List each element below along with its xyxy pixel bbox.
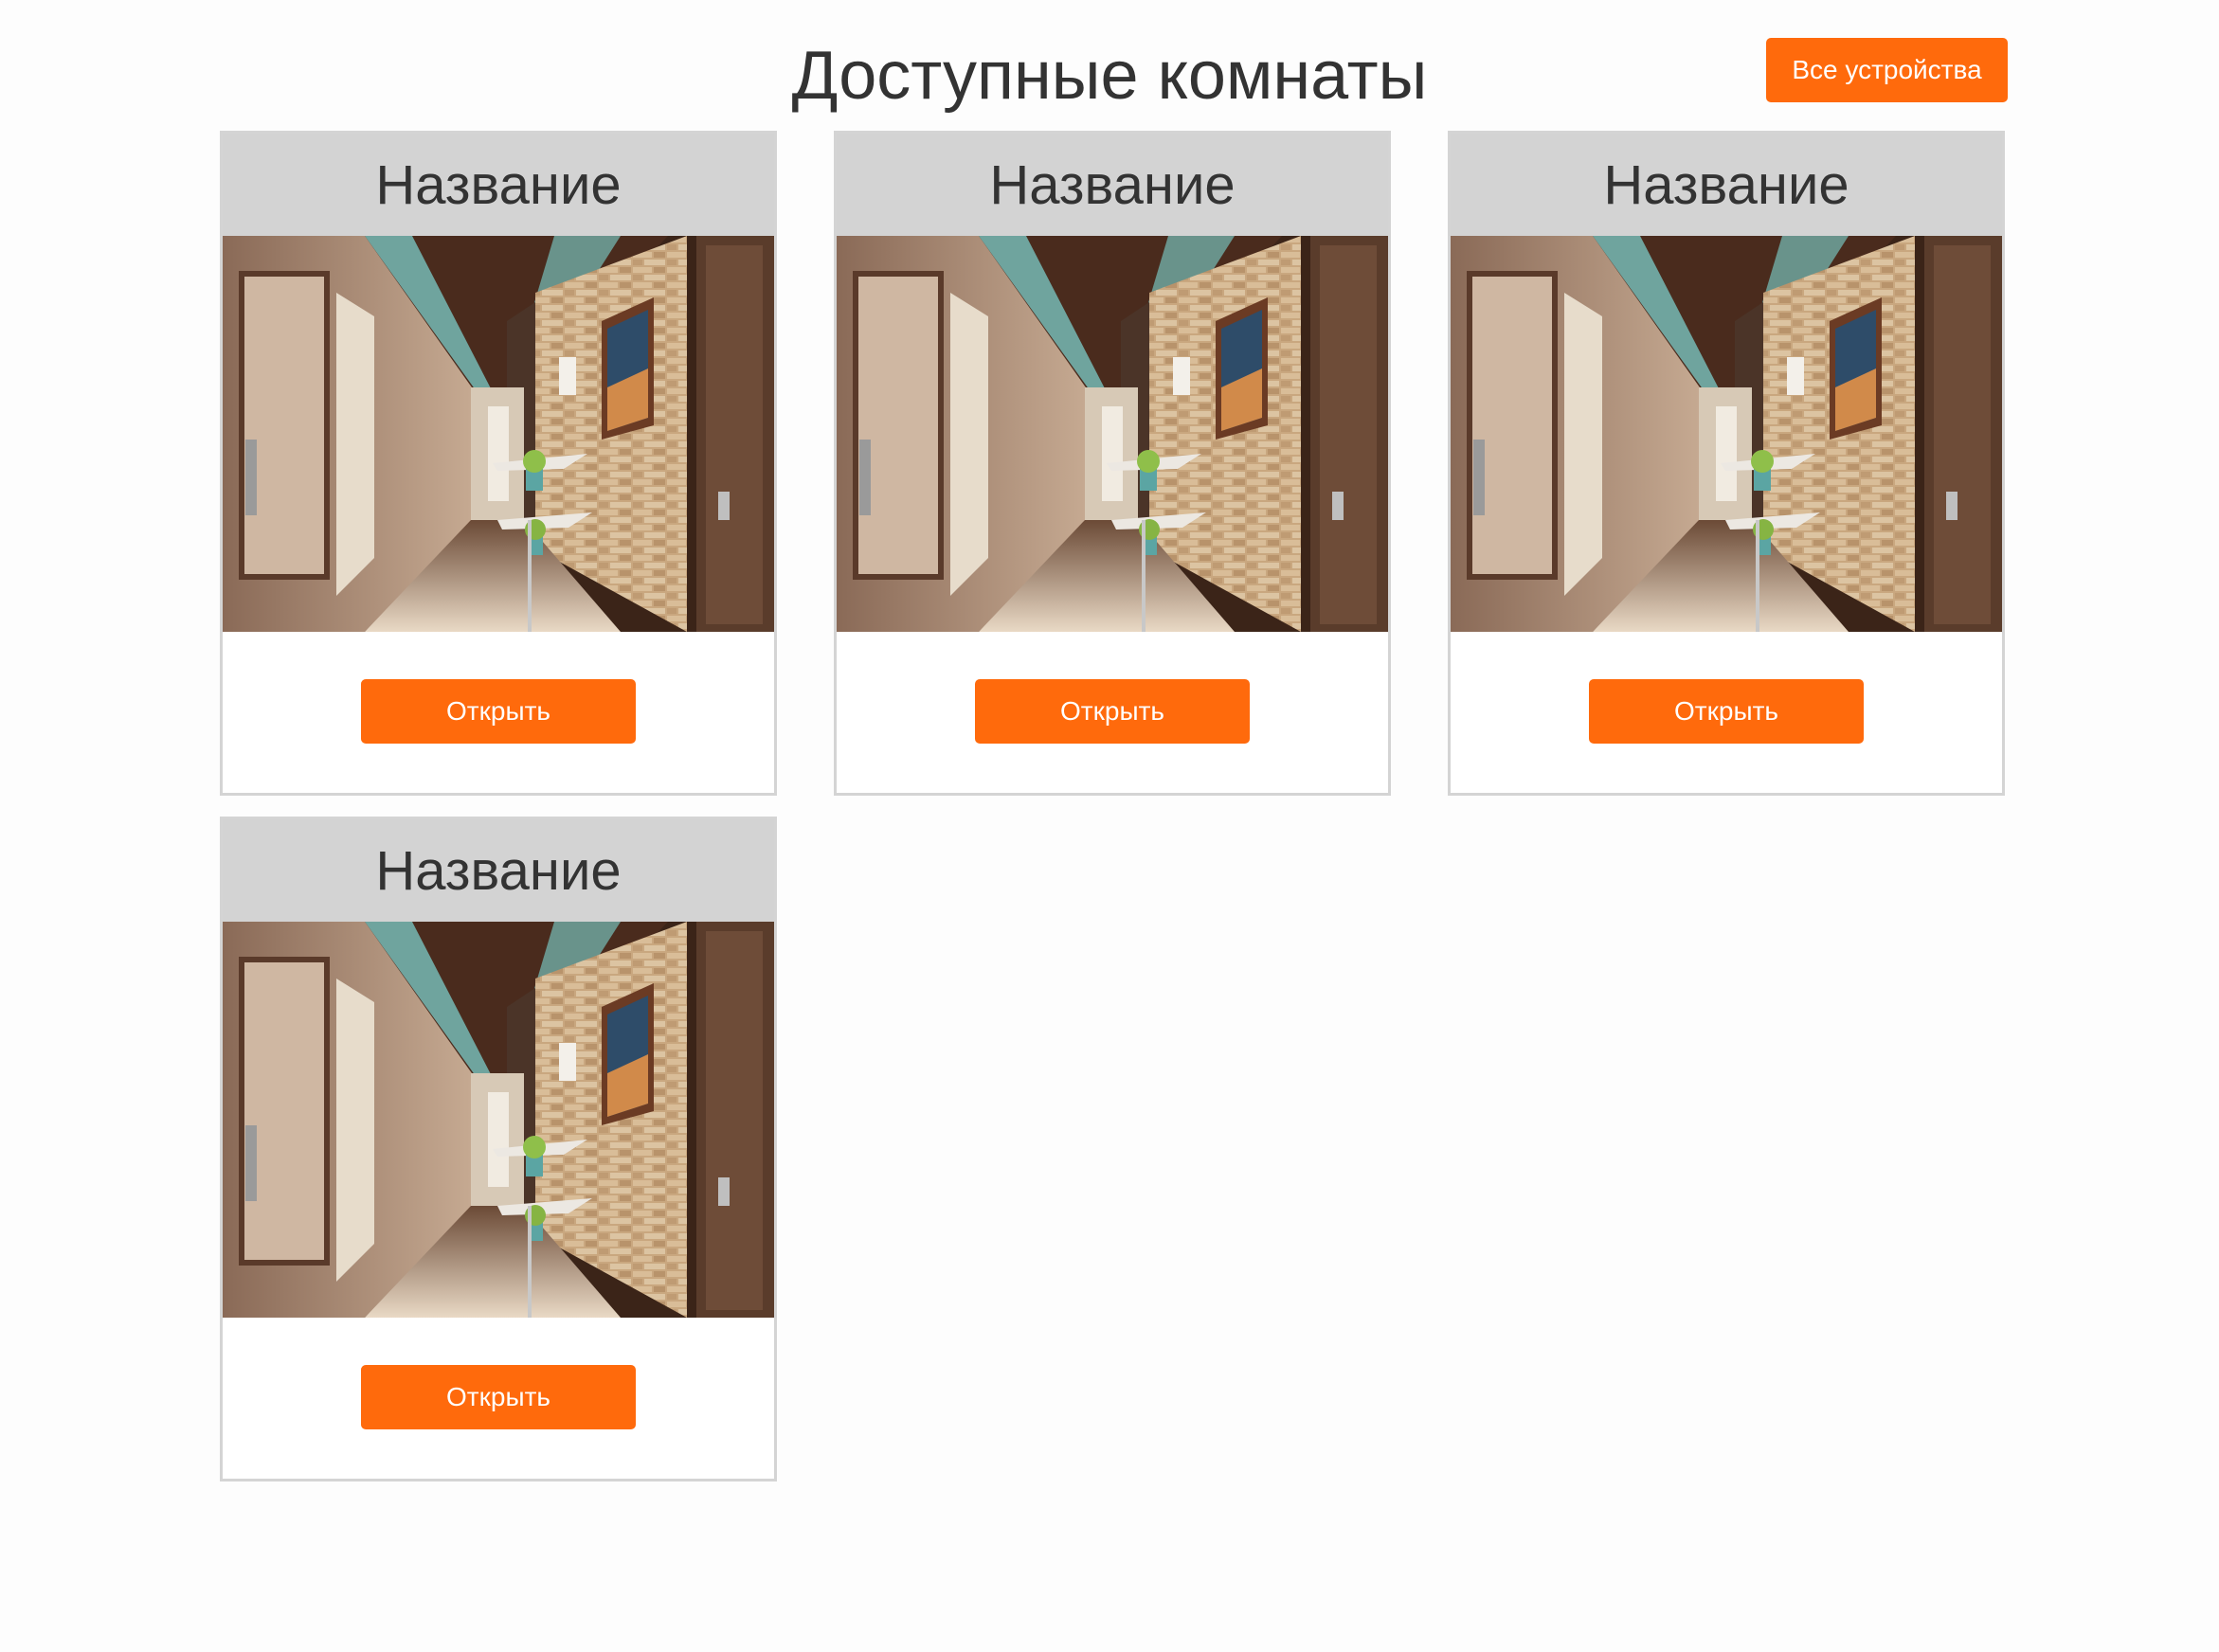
room-card: Название Открыть: [1448, 131, 2005, 796]
room-image: [837, 236, 1388, 632]
room-card: Название Открыть: [834, 131, 1391, 796]
open-room-button[interactable]: Открыть: [1589, 679, 1864, 744]
room-image: [223, 922, 774, 1318]
room-card-footer: Открыть: [223, 1318, 774, 1479]
room-image: [223, 236, 774, 632]
room-card: Название Открыть: [220, 817, 777, 1481]
room-title: Название: [1451, 134, 2002, 236]
all-devices-button[interactable]: Все устройства: [1766, 38, 2008, 102]
open-room-button[interactable]: Открыть: [361, 679, 636, 744]
room-card: Название Открыть: [220, 131, 777, 796]
room-title: Название: [837, 134, 1388, 236]
open-room-button[interactable]: Открыть: [975, 679, 1250, 744]
page: Доступные комнаты Все устройства Названи…: [0, 0, 2219, 1652]
rooms-grid: Название Открыть Название Открыть Назван…: [220, 131, 2005, 1481]
room-title: Название: [223, 134, 774, 236]
room-image: [1451, 236, 2002, 632]
open-room-button[interactable]: Открыть: [361, 1365, 636, 1429]
room-title: Название: [223, 819, 774, 922]
room-card-footer: Открыть: [837, 632, 1388, 793]
room-card-footer: Открыть: [1451, 632, 2002, 793]
room-card-footer: Открыть: [223, 632, 774, 793]
